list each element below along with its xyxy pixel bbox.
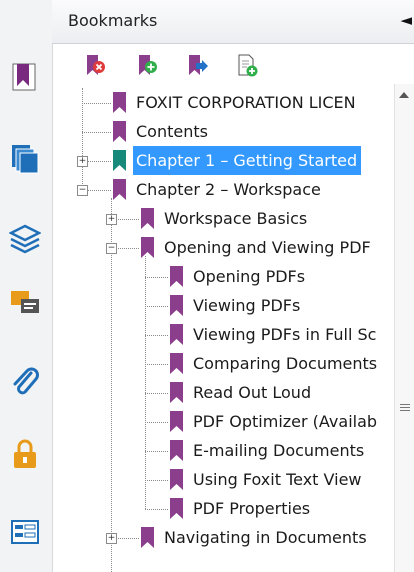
bookmark-label: Workspace Basics xyxy=(164,209,308,228)
bookmark-item[interactable]: Opening PDFs xyxy=(168,262,394,291)
tree-connector xyxy=(111,198,112,572)
bookmark-label: PDF Optimizer (Availab xyxy=(193,412,378,431)
bookmark-item[interactable]: Read Out Loud xyxy=(168,378,394,407)
layers-panel-icon[interactable] xyxy=(9,222,41,254)
tree-connector xyxy=(145,306,168,307)
bookmark-icon xyxy=(111,120,128,143)
form-fields-panel-icon[interactable] xyxy=(9,516,41,548)
bookmark-item[interactable]: Chapter 1 – Getting Started xyxy=(111,146,394,175)
bookmark-item[interactable]: FOXIT CORPORATION LICEN xyxy=(111,88,394,117)
expand-icon[interactable]: + xyxy=(106,533,117,544)
panel-title: Bookmarks xyxy=(68,11,158,30)
pages-panel-icon[interactable] xyxy=(9,142,41,174)
bookmark-label: FOXIT CORPORATION LICEN xyxy=(136,93,356,112)
bookmark-icon xyxy=(168,497,185,520)
bookmark-label: Using Foxit Text View xyxy=(193,470,362,489)
bookmark-item[interactable]: Comparing Documents xyxy=(168,349,394,378)
tree-connector xyxy=(145,422,168,423)
go-to-bookmark-icon[interactable] xyxy=(184,53,210,79)
tree-connector xyxy=(82,132,111,133)
tree-connector xyxy=(145,451,168,452)
tree-connector xyxy=(82,103,111,104)
comments-panel-icon[interactable] xyxy=(9,287,41,319)
bookmark-label: Opening PDFs xyxy=(193,267,306,286)
bookmark-label: Viewing PDFs in Full Sc xyxy=(193,325,377,344)
bookmark-label: Opening and Viewing PDF xyxy=(164,238,371,257)
tree-connector xyxy=(145,509,168,510)
bookmark-item[interactable]: Workspace Basics xyxy=(139,204,394,233)
bookmark-icon xyxy=(168,468,185,491)
attachments-panel-icon[interactable] xyxy=(9,365,41,397)
bookmark-item[interactable]: E-mailing Documents xyxy=(168,436,394,465)
scrollbar-grip[interactable] xyxy=(400,404,410,413)
bookmark-icon xyxy=(168,381,185,404)
bookmarks-panel-header: Bookmarks ◄ xyxy=(52,0,414,44)
bookmark-icon xyxy=(168,352,185,375)
bookmark-icon xyxy=(111,178,128,201)
bookmark-item[interactable]: Contents xyxy=(111,117,394,146)
expand-icon[interactable]: + xyxy=(106,214,117,225)
bookmark-label: Comparing Documents xyxy=(193,354,378,373)
bookmark-label: Viewing PDFs xyxy=(193,296,301,315)
panel-navigation-strip xyxy=(0,0,53,572)
bookmark-icon xyxy=(139,207,156,230)
bookmark-item[interactable]: Using Foxit Text View xyxy=(168,465,394,494)
bookmark-label: Chapter 1 – Getting Started xyxy=(133,146,362,175)
tree-connector xyxy=(145,277,168,278)
collapse-icon[interactable]: − xyxy=(106,243,117,254)
tree-connector xyxy=(145,480,168,481)
tree-connector xyxy=(145,335,168,336)
tree-connector xyxy=(145,256,146,509)
bookmark-item[interactable]: Opening and Viewing PDF xyxy=(139,233,394,262)
bookmark-label: Navigating in Documents xyxy=(164,528,367,547)
bookmark-item[interactable]: PDF Properties xyxy=(168,494,394,523)
expand-icon[interactable]: + xyxy=(77,156,88,167)
security-panel-icon[interactable] xyxy=(9,438,41,470)
delete-bookmark-icon[interactable] xyxy=(82,53,108,79)
add-bookmark-from-page-icon[interactable] xyxy=(234,53,260,79)
bookmark-icon xyxy=(139,526,156,549)
scroll-up-arrow-icon[interactable] xyxy=(399,92,409,98)
bookmark-item[interactable]: Navigating in Documents xyxy=(139,523,394,552)
vertical-scrollbar[interactable] xyxy=(394,84,414,572)
new-bookmark-icon[interactable] xyxy=(134,53,160,79)
bookmark-icon xyxy=(168,410,185,433)
bookmark-item[interactable]: Chapter 2 – Workspace xyxy=(111,175,394,204)
collapse-icon[interactable]: − xyxy=(77,185,88,196)
bookmark-label: Contents xyxy=(136,122,208,141)
tree-connector xyxy=(145,364,168,365)
bookmarks-toolbar xyxy=(52,44,414,84)
bookmark-item[interactable]: Viewing PDFs xyxy=(168,291,394,320)
bookmark-icon xyxy=(139,236,156,259)
bookmark-icon xyxy=(168,323,185,346)
bookmark-label: Read Out Loud xyxy=(193,383,312,402)
bookmark-label: PDF Properties xyxy=(193,499,311,518)
bookmark-icon xyxy=(111,91,128,114)
bookmark-tree: FOXIT CORPORATION LICEN Contents Chapter 1… xyxy=(52,84,394,572)
collapse-panel-icon[interactable]: ◄ xyxy=(400,11,412,29)
bookmark-icon xyxy=(168,265,185,288)
bookmark-icon xyxy=(111,149,128,172)
bookmark-icon xyxy=(168,294,185,317)
bookmark-label: Chapter 2 – Workspace xyxy=(136,180,321,199)
bookmark-icon xyxy=(168,439,185,462)
tree-connector xyxy=(145,393,168,394)
bookmark-item[interactable]: PDF Optimizer (Availab xyxy=(168,407,394,436)
bookmarks-panel-icon[interactable] xyxy=(9,60,41,92)
bookmark-item[interactable]: Viewing PDFs in Full Sc xyxy=(168,320,394,349)
bookmark-label: E-mailing Documents xyxy=(193,441,365,460)
